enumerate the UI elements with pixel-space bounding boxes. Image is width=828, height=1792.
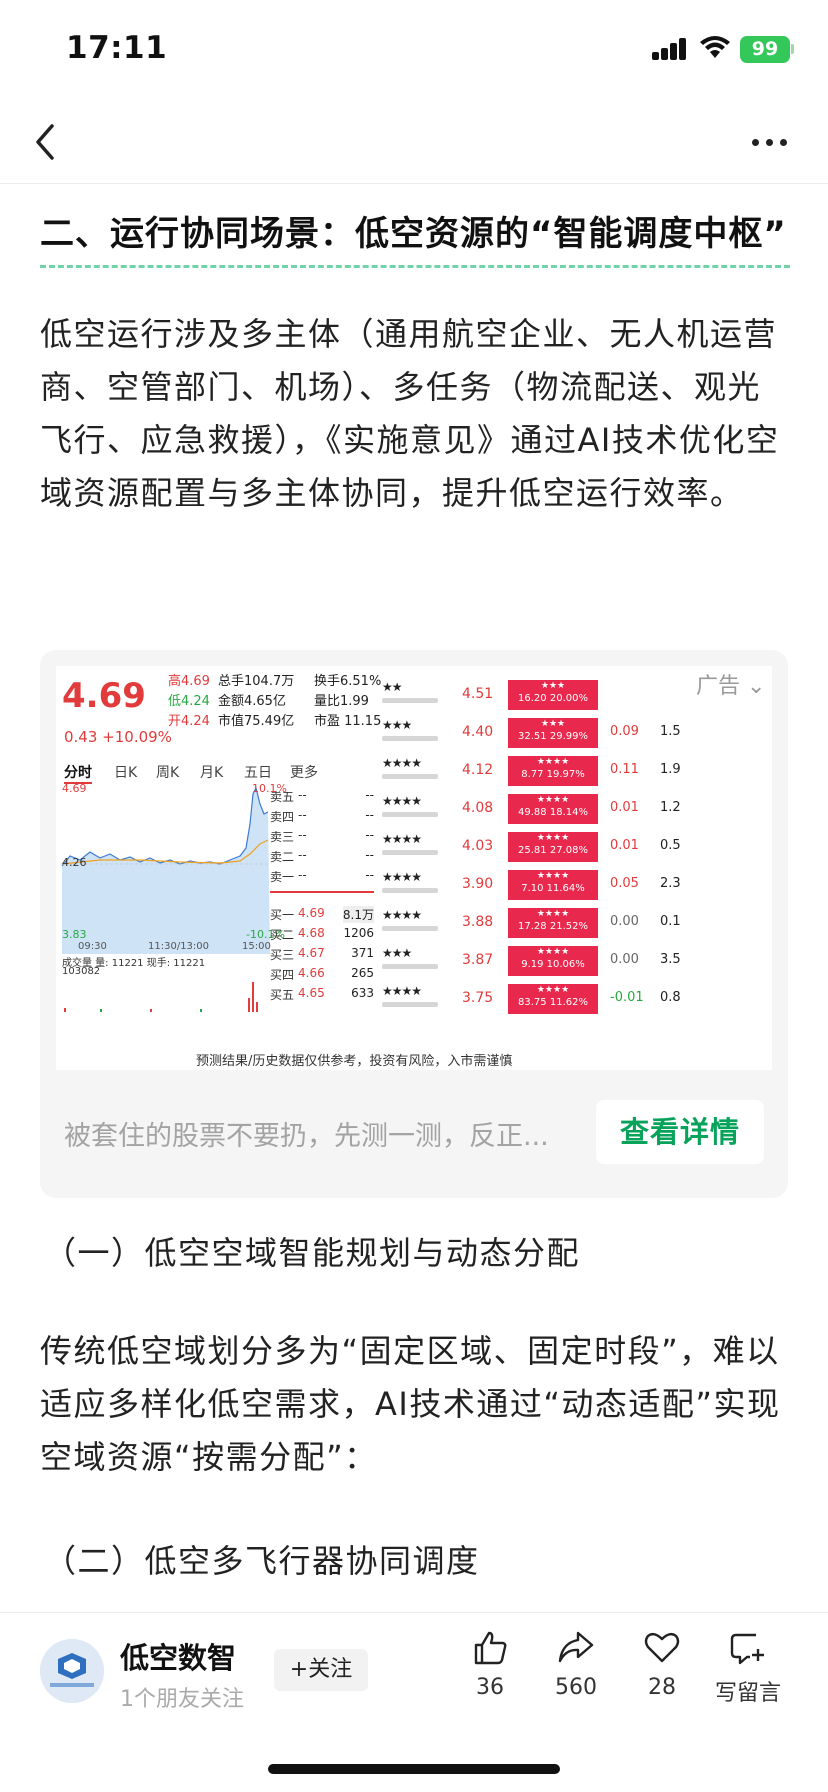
ranking-row: ★★★★ 3.75 ★★★★ 83.75 11.62% -0.01 0.8 (382, 984, 772, 1018)
ad-tag[interactable]: 广告 ⌄ (690, 666, 772, 702)
ad-text[interactable]: 被套住的股票不要扔，先测一测，反正... (64, 1114, 604, 1153)
home-indicator[interactable] (268, 1764, 560, 1774)
battery-icon: 99 (740, 36, 790, 63)
quote-low: 低4.24 (168, 694, 210, 709)
favorite-count: 28 (648, 1675, 676, 1700)
ad-disclaimer: 预测结果/历史数据仅供参考，投资有风险，入市需谨慎 (196, 1054, 513, 1069)
chart-high: 4.69 (62, 782, 87, 795)
ad-image[interactable]: 4.69 0.43 +10.09% 高4.69 低4.24 开4.24 总手10… (56, 666, 772, 1070)
battery-cap (791, 44, 794, 54)
subheading: （二）低空多飞行器协同调度 (44, 1542, 480, 1580)
share-icon (558, 1631, 594, 1663)
chart-time: 15:00 (242, 941, 271, 952)
view-details-button[interactable]: 查看详情 (596, 1100, 764, 1164)
ranking-row: ★★★★ 4.03 ★★★★ 25.81 27.08% 0.01 0.5 (382, 832, 772, 866)
quote-tabs: 分时 日K 周K 月K 五日 更多 (64, 762, 364, 784)
nav-bar (0, 100, 828, 184)
quote-vol-ratio: 量比1.99 (314, 694, 369, 709)
bid-row: 买四 4.66 265 (270, 966, 374, 982)
ranking-row: ★★★★ 3.90 ★★★★ 7.10 11.64% 0.05 2.3 (382, 870, 772, 904)
quote-mktcap: 市值75.49亿 (218, 714, 295, 729)
signal-icon (652, 38, 688, 60)
status-time: 17:11 (66, 30, 168, 66)
order-book-separator (270, 891, 374, 893)
chevron-down-icon: ⌄ (747, 674, 766, 699)
like-count: 36 (476, 1675, 504, 1700)
section-heading: 二、运行协同场景：低空资源的“智能调度中枢” (40, 206, 790, 268)
quote-open: 开4.24 (168, 714, 210, 729)
comment-button[interactable]: 写留言 (708, 1627, 788, 1707)
ranking-row: ★★★★ 4.08 ★★★★ 49.88 18.14% 0.01 1.2 (382, 794, 772, 828)
quote-turnover: 换手6.51% (314, 674, 382, 689)
ask-row: 卖二 -- -- (270, 848, 374, 864)
volume-number: 103082 (62, 966, 101, 977)
bid-row: 买三 4.67 371 (270, 946, 374, 962)
volume-chart (64, 982, 258, 1012)
share-count: 560 (555, 1675, 597, 1700)
article-paragraph: 低空运行涉及多主体（通用航空企业、无人机运营商、空管部门、机场）、多任务（物流配… (40, 315, 780, 512)
intraday-chart (60, 784, 270, 954)
ask-row: 卖五 -- -- (270, 788, 374, 804)
comment-icon (730, 1633, 764, 1665)
article-paragraph: 传统低空域划分多为“固定区域、固定时段”，难以适应多样化低空需求，AI技术通过“… (40, 1332, 781, 1476)
order-book: 卖五 -- -- 卖四 -- -- 卖三 -- -- 卖二 -- -- 卖一 -- -- 买一 4.6… (270, 784, 376, 1014)
quote-pe: 市盈 11.15 (314, 714, 382, 729)
ranking-row: ★★★ 3.87 ★★★★ 9.19 10.06% 0.00 3.5 (382, 946, 772, 980)
ask-row: 卖一 -- -- (270, 868, 374, 884)
thumbs-up-icon (474, 1631, 507, 1665)
author-followers: 1个朋友关注 (120, 1687, 244, 1712)
quote-total-hand: 总手104.7万 (218, 674, 295, 689)
chart-low: 3.83 (62, 928, 87, 941)
favorite-button[interactable]: 28 (622, 1627, 702, 1700)
heart-icon (644, 1632, 680, 1663)
share-button[interactable]: 560 (536, 1627, 616, 1700)
bid-row: 买一 4.69 8.1万 (270, 906, 374, 923)
ranking-row: ★★★ 4.40 ★★★ 32.51 29.99% 0.09 1.5 (382, 718, 772, 752)
author-name[interactable]: 低空数智 (120, 1635, 236, 1677)
bid-row: 买五 4.65 633 (270, 986, 374, 1002)
quote-high: 高4.69 (168, 674, 210, 689)
quote-price: 4.69 (62, 676, 146, 716)
back-icon[interactable] (28, 120, 64, 164)
more-icon[interactable] (748, 132, 792, 152)
avatar[interactable] (40, 1639, 104, 1703)
quote-tab: 分时 (64, 762, 92, 784)
ask-row: 卖四 -- -- (270, 808, 374, 824)
logo-icon (40, 1639, 104, 1703)
quote-tab: 月K (200, 765, 224, 781)
ask-row: 卖三 -- -- (270, 828, 374, 844)
ranking-row: ★★★★ 3.88 ★★★★ 17.28 21.52% 0.00 0.1 (382, 908, 772, 942)
chart-time: 09:30 (78, 941, 107, 952)
follow-button[interactable]: +关注 (274, 1649, 368, 1691)
chart-mid: 4.26 (62, 856, 87, 869)
quote-change: 0.43 +10.09% (64, 728, 172, 746)
quote-tab: 更多 (290, 765, 318, 781)
subheading: （一）低空空域智能规划与动态分配 (44, 1234, 581, 1272)
comment-label: 写留言 (714, 1681, 781, 1706)
quote-tab: 五日 (244, 765, 272, 781)
bid-row: 买二 4.68 1206 (270, 926, 374, 942)
like-button[interactable]: 36 (450, 1627, 530, 1700)
wifi-icon (700, 36, 730, 58)
ad-card[interactable]: 4.69 0.43 +10.09% 高4.69 低4.24 开4.24 总手10… (40, 650, 788, 1198)
ranking-row: ★★★★ 4.12 ★★★★ 8.77 19.97% 0.11 1.9 (382, 756, 772, 790)
chart-time: 11:30/13:00 (148, 941, 210, 952)
quote-tab: 周K (156, 765, 180, 781)
quote-amount: 金额4.65亿 (218, 694, 286, 709)
quote-tab: 日K (114, 765, 138, 781)
status-bar: 17:11 99 (0, 0, 828, 100)
